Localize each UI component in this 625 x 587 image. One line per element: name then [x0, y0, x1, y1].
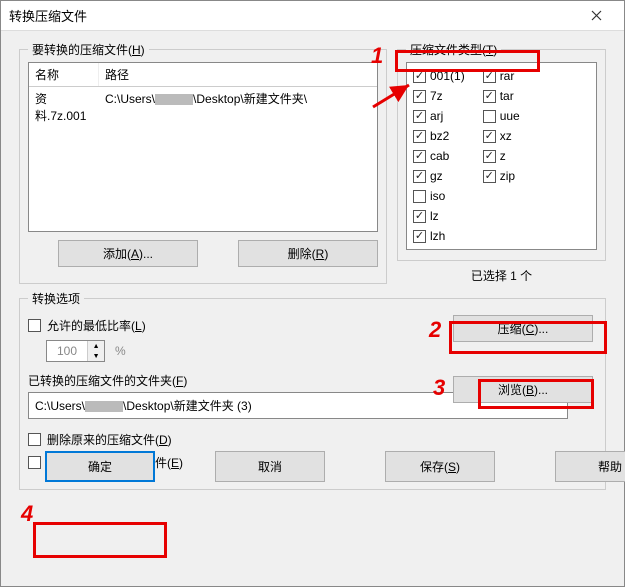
file-path-cell: C:\Users\\Desktop\新建文件夹\ [99, 87, 377, 127]
checkbox-label: cab [430, 149, 449, 163]
filetype-checkbox-uue[interactable]: uue [483, 107, 520, 125]
filetype-checkbox-zip[interactable]: zip [483, 167, 520, 185]
checkbox-icon [413, 150, 426, 163]
add-button[interactable]: 添加(A)... [58, 240, 198, 267]
checkbox-icon [483, 150, 496, 163]
checkbox-icon [483, 110, 496, 123]
checkbox-label: xz [500, 129, 512, 143]
checkbox-label: tar [500, 89, 514, 103]
checkbox-icon [413, 110, 426, 123]
help-button[interactable]: 帮助 [555, 451, 625, 482]
filetype-checkbox-iso[interactable]: iso [413, 187, 465, 205]
col-header-path[interactable]: 路径 [99, 63, 377, 86]
compress-button[interactable]: 压缩(C)... [453, 315, 593, 342]
checkbox-icon [413, 70, 426, 83]
checkbox-icon [413, 90, 426, 103]
checkbox-label: lz [430, 209, 439, 223]
allow-ratio-checkbox[interactable] [28, 319, 41, 332]
type-col-1: 001(1) 7z arj bz2 cab gz iso lz lzh [413, 67, 465, 245]
close-icon [591, 10, 602, 21]
annotation-number-4: 4 [21, 501, 33, 527]
ignore-encrypted-checkbox[interactable] [28, 456, 41, 469]
delete-button[interactable]: 删除(R) [238, 240, 378, 267]
filetype-checkbox-xz[interactable]: xz [483, 127, 520, 145]
types-group-label: 压缩文件类型(T) [406, 41, 501, 58]
checkbox-label: 001(1) [430, 69, 465, 83]
checkbox-icon [483, 170, 496, 183]
checkbox-label: arj [430, 109, 443, 123]
ratio-spinner[interactable]: 100 ▲ ▼ [46, 340, 105, 362]
filetype-checkbox-gz[interactable]: gz [413, 167, 465, 185]
content-area: 要转换的压缩文件(H) 名称 路径 资料.7z.001 C:\Users\\De… [1, 31, 624, 500]
spinner-up-icon[interactable]: ▲ [88, 341, 104, 351]
col-header-name[interactable]: 名称 [29, 63, 99, 86]
files-group: 要转换的压缩文件(H) 名称 路径 资料.7z.001 C:\Users\\De… [19, 49, 387, 284]
percent-label: % [115, 344, 126, 358]
delete-original-checkbox[interactable] [28, 433, 41, 446]
checkbox-label: 7z [430, 89, 443, 103]
checkbox-label: z [500, 149, 506, 163]
spinner-down-icon[interactable]: ▼ [88, 351, 104, 361]
file-list[interactable]: 名称 路径 资料.7z.001 C:\Users\\Desktop\新建文件夹\ [28, 62, 378, 232]
close-button[interactable] [576, 2, 616, 30]
type-col-2: rar tar uue xz z zip [483, 67, 520, 245]
save-button-label: 保存(S) [420, 460, 460, 474]
titlebar: 转换压缩文件 [1, 1, 624, 31]
file-list-header: 名称 路径 [29, 63, 377, 87]
filetype-checkbox-z[interactable]: z [483, 147, 520, 165]
checkbox-icon [483, 130, 496, 143]
dialog-window: 转换压缩文件 要转换的压缩文件(H) 名称 路径 资料.7z.001 [0, 0, 625, 587]
save-button[interactable]: 保存(S) [385, 451, 495, 482]
checkbox-icon [483, 90, 496, 103]
filetype-checkbox-bz2[interactable]: bz2 [413, 127, 465, 145]
filetype-checkbox-tar[interactable]: tar [483, 87, 520, 105]
redacted-block [85, 401, 123, 412]
checkbox-label: lzh [430, 229, 445, 243]
window-title: 转换压缩文件 [9, 6, 87, 25]
cancel-button[interactable]: 取消 [215, 451, 325, 482]
file-name-cell: 资料.7z.001 [29, 87, 99, 127]
bottom-button-row: 确定 取消 保存(S) 帮助 [45, 451, 625, 482]
checkbox-label: gz [430, 169, 443, 183]
checkbox-icon [413, 210, 426, 223]
options-group-label: 转换选项 [28, 290, 84, 307]
types-group: 压缩文件类型(T) 001(1)7zarjbz2cabgzisolzlzh ra… [397, 49, 606, 261]
delete-original-label: 删除原来的压缩文件(D) [47, 431, 172, 448]
file-row[interactable]: 资料.7z.001 C:\Users\\Desktop\新建文件夹\ [29, 87, 377, 127]
compress-button-label: 压缩(C)... [498, 322, 549, 336]
browse-button-label: 浏览(B)... [498, 383, 548, 397]
checkbox-label: iso [430, 189, 445, 203]
filetype-checkbox-cab[interactable]: cab [413, 147, 465, 165]
checkbox-icon [413, 230, 426, 243]
filetype-checkbox-7z[interactable]: 7z [413, 87, 465, 105]
add-button-label: 添加(A)... [103, 247, 153, 261]
filetype-checkbox-lz[interactable]: lz [413, 207, 465, 225]
checkbox-label: uue [500, 109, 520, 123]
checkbox-icon [413, 170, 426, 183]
checkbox-label: rar [500, 69, 515, 83]
files-group-label: 要转换的压缩文件(H) [28, 41, 149, 58]
checkbox-icon [413, 190, 426, 203]
selected-count: 已选择 1 个 [397, 267, 606, 284]
checkbox-icon [413, 130, 426, 143]
checkbox-icon [483, 70, 496, 83]
filetype-checkbox-0011[interactable]: 001(1) [413, 67, 465, 85]
browse-button[interactable]: 浏览(B)... [453, 376, 593, 403]
redacted-block [155, 94, 193, 105]
checkbox-label: bz2 [430, 129, 449, 143]
annotation-box-4 [33, 522, 167, 558]
type-list: 001(1) 7z arj bz2 cab gz iso lz lzh rar tar uue xz z… [406, 62, 597, 250]
delete-button-label: 删除(R) [288, 247, 329, 261]
filetype-checkbox-lzh[interactable]: lzh [413, 227, 465, 245]
checkbox-label: zip [500, 169, 515, 183]
ratio-value: 100 [47, 344, 87, 358]
ok-button[interactable]: 确定 [45, 451, 155, 482]
filetype-checkbox-rar[interactable]: rar [483, 67, 520, 85]
allow-ratio-label: 允许的最低比率(L) [47, 317, 146, 334]
filetype-checkbox-arj[interactable]: arj [413, 107, 465, 125]
